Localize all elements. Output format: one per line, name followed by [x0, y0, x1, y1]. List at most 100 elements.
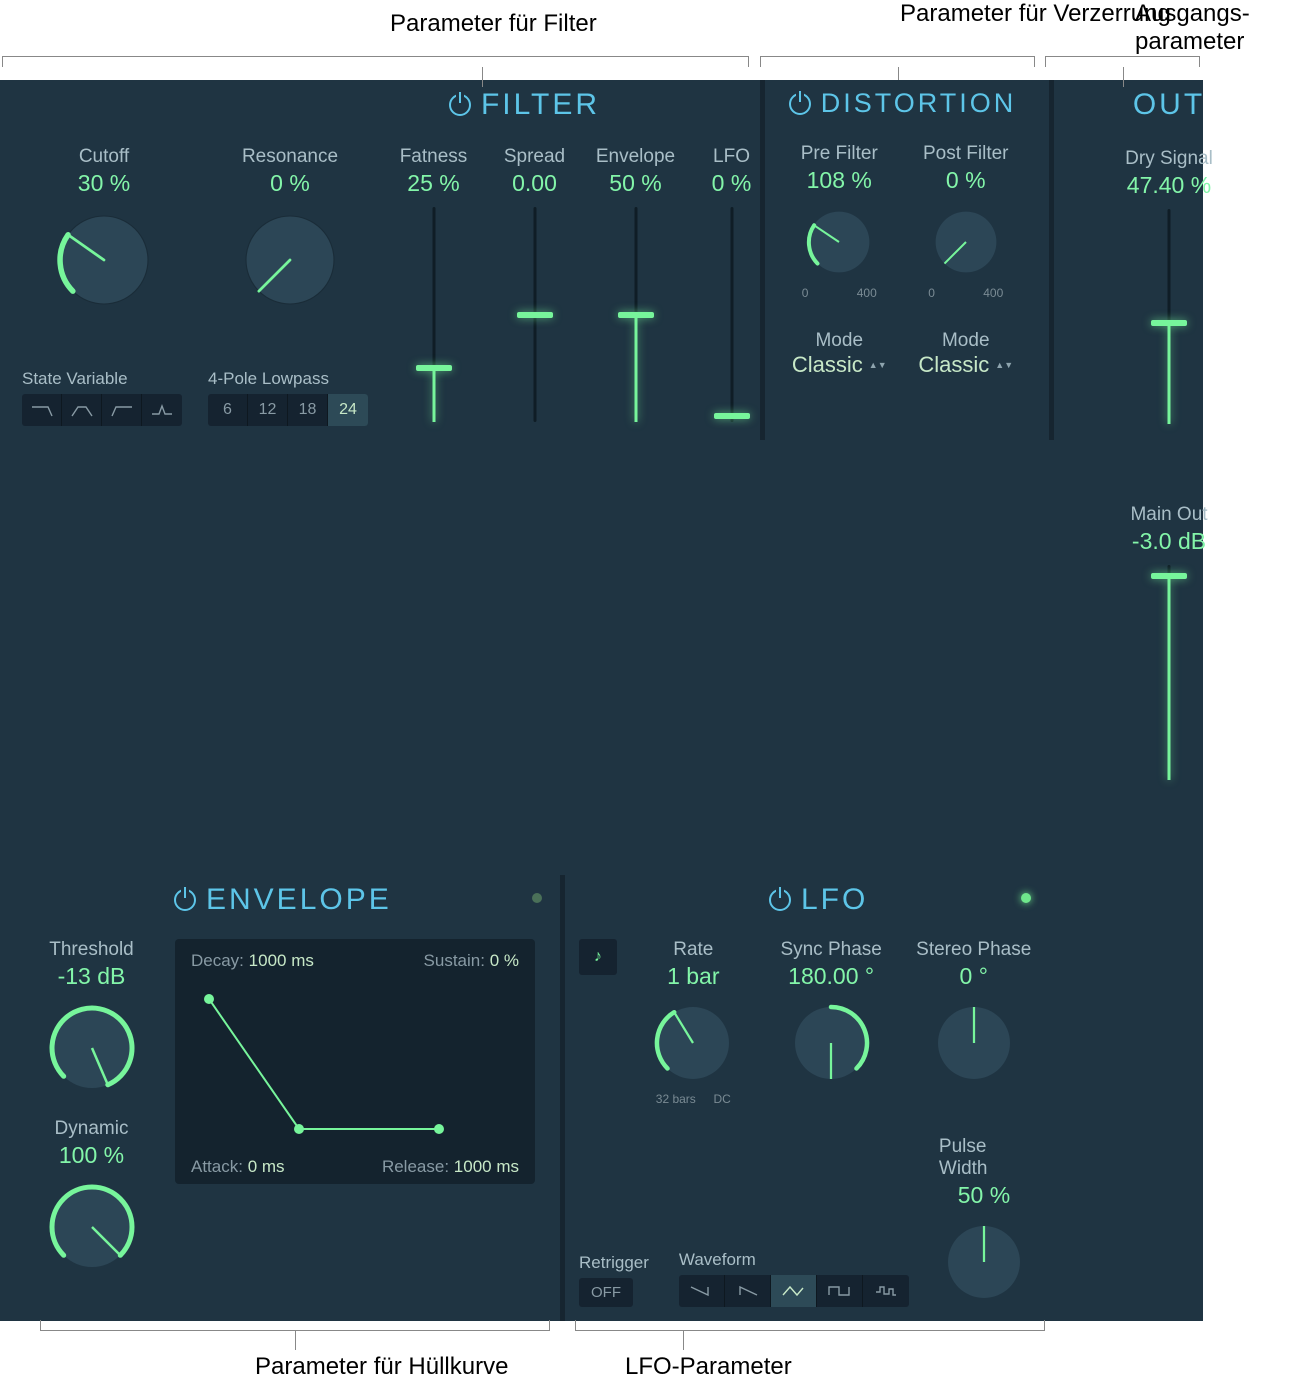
callout-envelope-label: Parameter für Hüllkurve: [255, 1353, 508, 1381]
pre-mode-label: Mode: [815, 330, 863, 352]
wave-square-button[interactable]: [817, 1275, 863, 1307]
wave-random-button[interactable]: [863, 1275, 909, 1307]
main-out-label: Main Out: [1130, 504, 1207, 526]
fatness-label: Fatness: [400, 146, 468, 168]
envelope-amt-value: 50 %: [609, 170, 661, 197]
wave-triangle-button[interactable]: [771, 1275, 817, 1307]
out-section: OUT Dry Signal 47.40 % Main Out -3.0 dB: [1054, 80, 1284, 875]
lfo-section: LFO ♪ Rate 1 bar 32 barsDC Sync Phase 18…: [565, 875, 1049, 1321]
pole-group: 6 12 18 24: [208, 394, 368, 426]
dynamic-value: 100 %: [59, 1142, 124, 1169]
sync-note-button[interactable]: ♪: [579, 939, 617, 975]
post-mode-dropdown[interactable]: Classic▲▼: [918, 352, 1013, 378]
dynamic-label: Dynamic: [55, 1118, 129, 1140]
lfo-title: LFO: [801, 883, 868, 917]
sustain-value: 0 %: [490, 951, 519, 970]
resonance-knob[interactable]: [235, 205, 345, 315]
pre-min: 0: [802, 286, 809, 300]
rate-value: 1 bar: [667, 963, 719, 990]
spread-slider[interactable]: [510, 207, 560, 422]
distortion-power-icon[interactable]: [789, 93, 811, 115]
rate-min: 32 bars: [656, 1092, 696, 1106]
pre-filter-label: Pre Filter: [801, 143, 878, 165]
attack-label: Attack:: [191, 1157, 243, 1176]
pre-max: 400: [857, 286, 877, 300]
waveform-label: Waveform: [679, 1250, 756, 1270]
post-max: 400: [983, 286, 1003, 300]
attack-value: 0 ms: [248, 1157, 285, 1176]
pulse-width-knob[interactable]: [939, 1217, 1029, 1307]
wave-sawup-button[interactable]: [725, 1275, 771, 1307]
spread-value: 0.00: [512, 170, 557, 197]
bracket-envelope: [40, 1321, 550, 1331]
wave-sawdown-button[interactable]: [679, 1275, 725, 1307]
pulse-width-value: 50 %: [958, 1182, 1010, 1209]
post-mode-label: Mode: [942, 330, 990, 352]
sv-peak-button[interactable]: [142, 394, 182, 426]
sustain-label: Sustain:: [424, 951, 485, 970]
lfo-led-icon: [1021, 893, 1031, 903]
post-filter-value: 0 %: [946, 167, 986, 194]
release-label: Release:: [382, 1157, 449, 1176]
pole-12-button[interactable]: 12: [248, 394, 288, 426]
envelope-power-icon[interactable]: [174, 889, 196, 911]
callout-output-label: Ausgangs-parameter: [1135, 0, 1303, 56]
cutoff-knob[interactable]: [49, 205, 159, 315]
retrigger-button[interactable]: OFF: [579, 1278, 633, 1307]
lfo-amt-slider[interactable]: [707, 207, 757, 422]
callout-distortion-label: Parameter für Verzerrung: [900, 0, 1171, 28]
filter-power-icon[interactable]: [449, 94, 471, 116]
post-min: 0: [928, 286, 935, 300]
pre-filter-knob[interactable]: [799, 202, 879, 282]
out-title: OUT: [1133, 88, 1205, 122]
lfo-amt-label: LFO: [713, 146, 750, 168]
main-out-slider[interactable]: [1144, 565, 1194, 780]
stereo-phase-value: 0 °: [960, 963, 988, 990]
dynamic-knob[interactable]: [42, 1177, 142, 1277]
envelope-section: ENVELOPE Threshold -13 dB Dynamic 100 % …: [0, 875, 560, 1321]
stereo-phase-knob[interactable]: [929, 998, 1019, 1088]
spread-label: Spread: [504, 146, 565, 168]
envelope-amt-slider[interactable]: [611, 207, 661, 422]
sync-phase-knob[interactable]: [786, 998, 876, 1088]
dry-signal-value: 47.40 %: [1127, 172, 1211, 199]
sv-lowpass-button[interactable]: [22, 394, 62, 426]
bracket-output: [1045, 56, 1200, 66]
pole-18-button[interactable]: 18: [288, 394, 328, 426]
resonance-label: Resonance: [242, 146, 338, 168]
fatness-slider[interactable]: [409, 207, 459, 422]
cutoff-label: Cutoff: [79, 146, 129, 168]
rate-max: DC: [713, 1092, 730, 1106]
envelope-amt-label: Envelope: [596, 146, 675, 168]
pre-mode-dropdown[interactable]: Classic▲▼: [792, 352, 887, 378]
threshold-value: -13 dB: [58, 963, 126, 990]
pole-6-button[interactable]: 6: [208, 394, 248, 426]
post-filter-label: Post Filter: [923, 143, 1009, 165]
decay-value: 1000 ms: [249, 951, 314, 970]
lfo-amt-value: 0 %: [712, 170, 752, 197]
callout-lfo-label: LFO-Parameter: [625, 1353, 792, 1381]
post-filter-knob[interactable]: [926, 202, 1006, 282]
threshold-knob[interactable]: [42, 998, 142, 1098]
envelope-led-icon: [532, 893, 542, 903]
dry-signal-slider[interactable]: [1144, 209, 1194, 424]
pole-24-button[interactable]: 24: [328, 394, 368, 426]
cutoff-value: 30 %: [78, 170, 130, 197]
main-out-value: -3.0 dB: [1132, 528, 1206, 555]
callout-filter-label: Parameter für Filter: [390, 10, 597, 38]
retrigger-label: Retrigger: [579, 1253, 649, 1273]
bracket-distortion: [760, 56, 1035, 66]
resonance-value: 0 %: [270, 170, 310, 197]
sv-highpass-button[interactable]: [102, 394, 142, 426]
bracket-filter: [2, 56, 749, 66]
envelope-display[interactable]: Decay: 1000 ms Sustain: 0 % Attack: 0 ms…: [175, 939, 535, 1184]
sv-bandpass-button[interactable]: [62, 394, 102, 426]
pulse-width-label: Pulse Width: [939, 1136, 1029, 1180]
rate-knob[interactable]: [648, 998, 738, 1088]
pole-lowpass-label: 4-Pole Lowpass: [208, 369, 329, 389]
fatness-value: 25 %: [407, 170, 459, 197]
pre-filter-value: 108 %: [807, 167, 872, 194]
envelope-title: ENVELOPE: [206, 883, 392, 917]
lfo-power-icon[interactable]: [769, 889, 791, 911]
distortion-title: DISTORTION: [821, 88, 1017, 119]
